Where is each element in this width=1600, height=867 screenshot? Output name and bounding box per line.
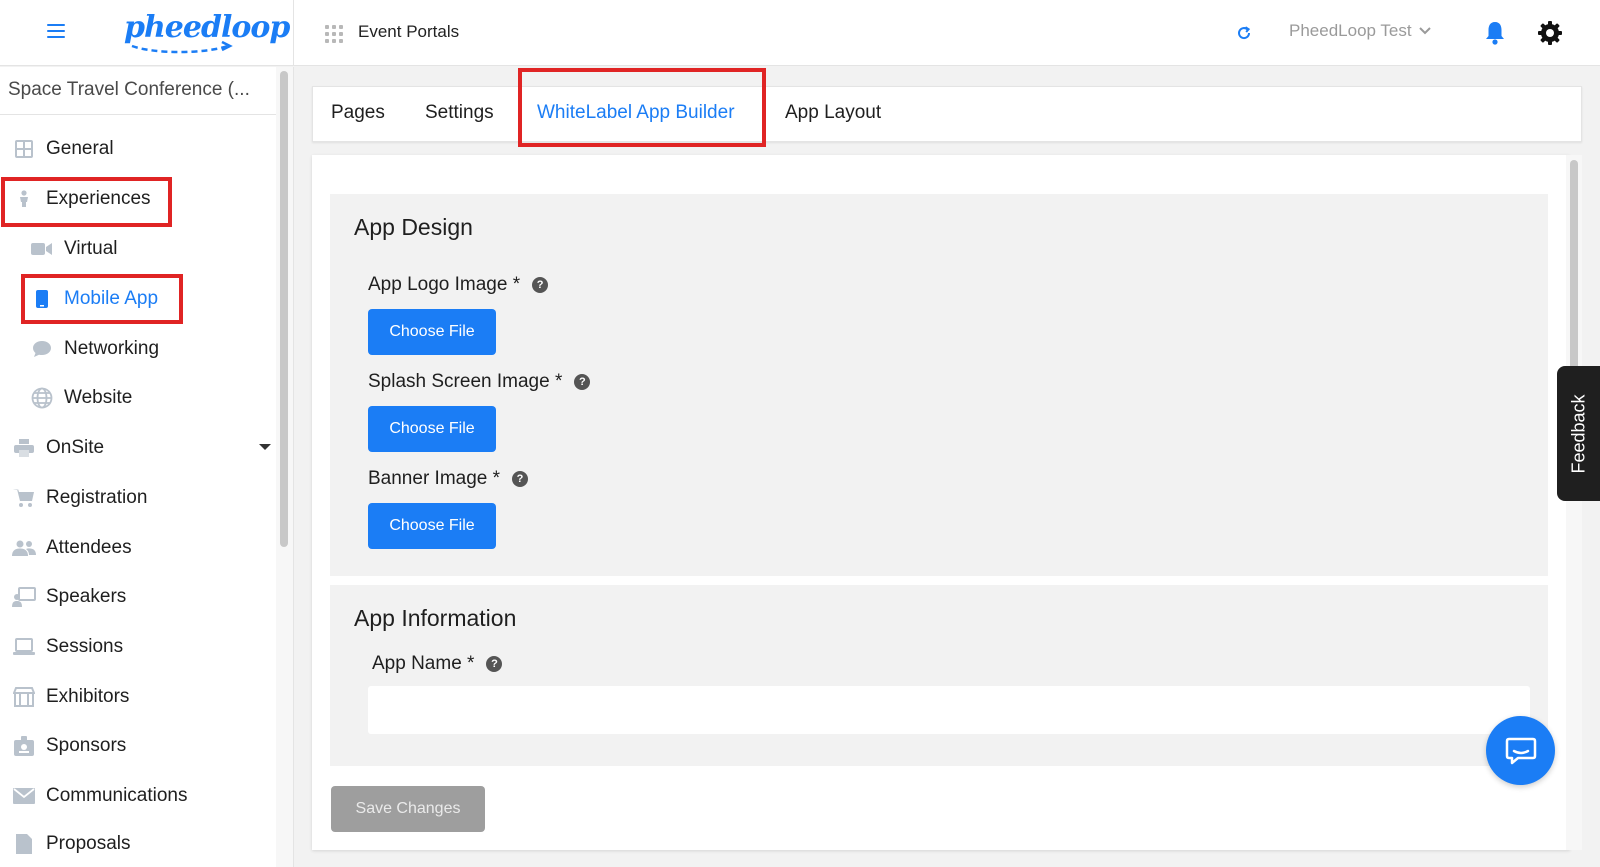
caret-down-icon[interactable]: [259, 444, 271, 450]
account-switcher[interactable]: PheedLoop Test: [1289, 21, 1432, 41]
badge-icon: [12, 735, 36, 757]
grid-icon: [12, 138, 36, 160]
sidebar-scrollbar[interactable]: [276, 67, 294, 867]
gear-icon[interactable]: [1537, 20, 1563, 46]
people-icon: [12, 537, 36, 559]
apps-grid-icon[interactable]: [325, 25, 343, 43]
sidebar-item-label: Website: [64, 387, 133, 408]
scrollbar-thumb[interactable]: [1570, 160, 1578, 370]
chat-widget-button[interactable]: [1486, 716, 1555, 785]
chevron-down-icon: [1418, 27, 1431, 35]
brand-header: pheedloop: [0, 0, 294, 66]
sidebar-item-exhibitors[interactable]: Exhibitors: [12, 679, 129, 715]
save-changes-button[interactable]: Save Changes: [331, 786, 485, 832]
chat-bubble-icon: [30, 338, 54, 360]
tab-whitelabel-app-builder[interactable]: WhiteLabel App Builder: [537, 102, 735, 124]
sidebar-item-label: Networking: [64, 338, 160, 359]
splash-screen-choose-file-button[interactable]: Choose File: [368, 406, 496, 452]
splash-screen-label: Splash Screen Image * ?: [368, 371, 591, 393]
divider: [0, 114, 276, 115]
sidebar-item-speakers[interactable]: Speakers: [12, 579, 126, 615]
feedback-label: Feedback: [1568, 393, 1588, 474]
banner-image-label: Banner Image * ?: [368, 468, 529, 490]
sidebar-item-virtual[interactable]: Virtual: [30, 231, 118, 267]
app-name-label: App Name * ?: [372, 653, 503, 675]
sidebar-item-label: Exhibitors: [46, 686, 130, 707]
top-bar: pheedloop Event Portals PheedLoop Test: [0, 0, 1600, 66]
cart-icon: [12, 487, 36, 509]
sidebar-item-website[interactable]: Website: [30, 380, 132, 416]
tab-pages[interactable]: Pages: [331, 102, 385, 124]
video-camera-icon: [30, 238, 54, 260]
scrollbar-thumb[interactable]: [280, 71, 288, 547]
presenter-icon: [12, 586, 36, 608]
sidebar-item-general[interactable]: General: [12, 131, 114, 167]
sidebar-item-label: Sessions: [46, 636, 124, 657]
tab-app-layout[interactable]: App Layout: [785, 102, 881, 124]
sidebar-item-label: OnSite: [46, 437, 105, 458]
sidebar: Space Travel Conference (... General Exp…: [0, 67, 276, 867]
sidebar-item-label: Experiences: [46, 188, 151, 209]
hamburger-menu-icon[interactable]: [47, 24, 65, 40]
sidebar-item-label: Speakers: [46, 586, 127, 607]
pheedloop-logo[interactable]: pheedloop: [124, 8, 290, 58]
app-logo-choose-file-button[interactable]: Choose File: [368, 309, 496, 355]
logo-swoosh-icon: [131, 40, 233, 54]
app-name-input[interactable]: [368, 686, 1530, 734]
bell-icon[interactable]: [1484, 20, 1506, 46]
app-information-title: App Information: [354, 605, 517, 631]
sidebar-item-label: General: [46, 138, 114, 159]
storefront-icon: [12, 686, 36, 708]
field-label-text: Banner Image *: [368, 468, 501, 489]
sidebar-item-proposals[interactable]: Proposals: [12, 826, 131, 862]
sidebar-item-label: Mobile App: [64, 288, 159, 309]
sidebar-item-attendees[interactable]: Attendees: [12, 530, 132, 566]
sidebar-item-label: Communications: [46, 785, 188, 806]
sidebar-item-label: Attendees: [46, 537, 132, 558]
person-icon: [12, 188, 36, 210]
field-label-text: App Name *: [372, 653, 475, 674]
sidebar-item-communications[interactable]: Communications: [12, 778, 188, 814]
form-viewport: App Design App Logo Image * ? Choose Fil…: [330, 194, 1548, 766]
tab-bar: Pages Settings WhiteLabel App Builder Ap…: [312, 86, 1582, 142]
help-icon[interactable]: ?: [532, 277, 549, 293]
globe-icon: [30, 387, 54, 409]
account-name: PheedLoop Test: [1289, 21, 1412, 40]
field-label-text: Splash Screen Image *: [368, 371, 563, 392]
sidebar-item-label: Registration: [46, 487, 148, 508]
sidebar-item-label: Sponsors: [46, 735, 127, 756]
sidebar-item-networking[interactable]: Networking: [30, 331, 159, 367]
banner-image-choose-file-button[interactable]: Choose File: [368, 503, 496, 549]
envelope-icon: [12, 785, 36, 807]
field-label-text: App Logo Image *: [368, 274, 521, 295]
app-design-title: App Design: [354, 214, 473, 240]
portal-title[interactable]: Event Portals: [358, 22, 459, 42]
sidebar-item-sponsors[interactable]: Sponsors: [12, 728, 126, 764]
sidebar-item-label: Virtual: [64, 238, 118, 259]
sidebar-item-mobile-app[interactable]: Mobile App: [30, 281, 158, 317]
help-icon[interactable]: ?: [486, 656, 503, 672]
app-information-card: App Information App Name * ?: [330, 585, 1548, 766]
printer-icon: [12, 437, 36, 459]
panel-scrollbar[interactable]: [1566, 155, 1582, 850]
chat-bubble-icon: [1505, 737, 1536, 764]
mobile-phone-icon: [30, 288, 54, 310]
tab-settings[interactable]: Settings: [425, 102, 494, 124]
sidebar-item-experiences[interactable]: Experiences: [12, 181, 151, 217]
help-icon[interactable]: ?: [574, 374, 591, 390]
sidebar-item-sessions[interactable]: Sessions: [12, 629, 123, 665]
feedback-tab[interactable]: Feedback: [1557, 366, 1600, 501]
event-name[interactable]: Space Travel Conference (...: [8, 79, 270, 101]
sidebar-item-onsite[interactable]: OnSite: [12, 430, 271, 466]
laptop-icon: [12, 636, 36, 658]
document-icon: [12, 833, 36, 855]
help-icon[interactable]: ?: [512, 471, 529, 487]
app-design-card: App Design App Logo Image * ? Choose Fil…: [330, 194, 1548, 576]
app-logo-label: App Logo Image * ?: [368, 274, 549, 296]
sidebar-item-label: Proposals: [46, 833, 131, 854]
sidebar-item-registration[interactable]: Registration: [12, 480, 147, 516]
refresh-icon[interactable]: [1235, 24, 1253, 42]
